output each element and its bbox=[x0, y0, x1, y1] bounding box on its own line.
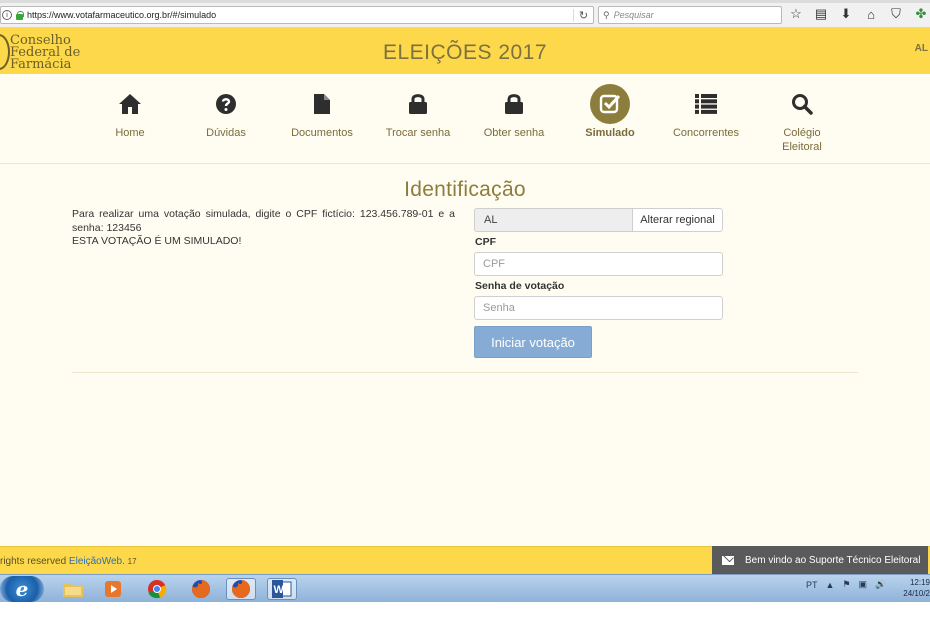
support-text: Bem vindo ao Suporte Técnico Eleitoral bbox=[745, 554, 921, 566]
lock-icon bbox=[398, 84, 438, 124]
password-label: Senha de votação bbox=[475, 280, 565, 292]
region-field: AL bbox=[474, 208, 632, 232]
start-voting-button[interactable]: Iniciar votação bbox=[474, 326, 592, 358]
bookmark-star-icon[interactable]: ☆ bbox=[788, 5, 804, 23]
envelope-icon bbox=[722, 555, 734, 565]
check-square-icon bbox=[590, 84, 630, 124]
language-indicator[interactable]: PT bbox=[806, 580, 818, 590]
nav-item-duvidas[interactable]: Dúvidas bbox=[178, 84, 274, 160]
nav-item-simulado[interactable]: Simulado bbox=[562, 84, 658, 160]
site-title: ELEIÇÕES 2017 bbox=[382, 41, 548, 64]
nav-label: Dúvidas bbox=[206, 127, 246, 139]
firefox-icon[interactable] bbox=[186, 578, 216, 600]
nav-label: Home bbox=[115, 127, 145, 139]
tab-strip bbox=[0, 0, 930, 3]
padlock-icon bbox=[15, 10, 24, 20]
browser-search-input[interactable]: ⚲ Pesquisar bbox=[598, 6, 782, 24]
volume-icon[interactable]: 🔊 bbox=[875, 579, 886, 590]
list-icon bbox=[686, 84, 726, 124]
password-input[interactable] bbox=[474, 296, 723, 320]
ie-icon[interactable]: e bbox=[0, 576, 44, 602]
cpf-label: CPF bbox=[475, 236, 496, 248]
nav-divider bbox=[0, 163, 930, 164]
nav-item-colegio-eleitoral[interactable]: Colégio Eleitoral bbox=[754, 84, 850, 160]
tray-expand-icon[interactable]: ▲ bbox=[826, 580, 835, 590]
simulation-warning: ESTA VOTAÇÃO É UM SIMULADO! bbox=[72, 235, 242, 247]
document-icon bbox=[302, 84, 342, 124]
nav-label: Simulado bbox=[585, 127, 635, 139]
file-explorer-icon[interactable] bbox=[58, 578, 88, 600]
region-code: AL bbox=[914, 43, 928, 54]
instructions: Para realizar uma votação simulada, digi… bbox=[72, 208, 455, 249]
search-placeholder: Pesquisar bbox=[613, 10, 654, 20]
reader-icon[interactable]: ▤ bbox=[813, 5, 829, 23]
extension-icon[interactable]: ✤ bbox=[913, 5, 929, 23]
browser-toolbar-icons: ☆ ▤ ⬇ ⌂ ⛉ ✤ bbox=[788, 5, 929, 23]
chrome-icon[interactable] bbox=[142, 578, 172, 600]
address-bar[interactable]: i https://www.votafarmaceutico.org.br/#/… bbox=[0, 6, 594, 24]
search-icon: ⚲ bbox=[603, 9, 610, 20]
home-browser-icon[interactable]: ⌂ bbox=[863, 5, 879, 23]
nav-label: Documentos bbox=[291, 127, 353, 139]
cpf-input[interactable] bbox=[474, 252, 723, 276]
change-region-button[interactable]: Alterar regional bbox=[632, 208, 723, 232]
nav-item-home[interactable]: Home bbox=[82, 84, 178, 160]
nav-item-documentos[interactable]: Documentos bbox=[274, 84, 370, 160]
content-divider bbox=[72, 372, 858, 373]
site-header: Conselho Federal de Farmácia ELEIÇÕES 20… bbox=[0, 28, 930, 74]
url-text[interactable]: https://www.votafarmaceutico.org.br/#/si… bbox=[27, 10, 573, 20]
word-icon[interactable]: W bbox=[267, 578, 297, 600]
lock-icon bbox=[494, 84, 534, 124]
svg-text:W: W bbox=[274, 584, 285, 596]
system-tray: PT ▲ ⚑ ▣ 🔊 bbox=[806, 579, 886, 590]
clock-time: 12:19 bbox=[909, 578, 930, 587]
browser-toolbar: i https://www.votafarmaceutico.org.br/#/… bbox=[0, 0, 930, 28]
firefox-active-icon[interactable] bbox=[226, 578, 256, 600]
footer-year: 17 bbox=[127, 557, 137, 566]
network-icon[interactable]: ▣ bbox=[859, 579, 868, 590]
info-icon[interactable]: i bbox=[2, 10, 12, 20]
footer-link[interactable]: EleiçãoWeb. bbox=[69, 556, 125, 567]
footer-rights: rights reserved bbox=[0, 556, 67, 567]
search-icon bbox=[782, 84, 822, 124]
clock-date: 24/10/2 bbox=[903, 589, 930, 598]
nav-item-trocar-senha[interactable]: Trocar senha bbox=[370, 84, 466, 160]
nav-item-obter-senha[interactable]: Obter senha bbox=[466, 84, 562, 160]
page-title: Identificação bbox=[404, 178, 526, 201]
instructions-text: Para realizar uma votação simulada, digi… bbox=[72, 208, 455, 234]
question-icon bbox=[206, 84, 246, 124]
nav-label: Colégio Eleitoral bbox=[782, 127, 822, 153]
download-icon[interactable]: ⬇ bbox=[838, 5, 854, 23]
support-chat-widget[interactable]: Bem vindo ao Suporte Técnico Eleitoral bbox=[712, 546, 928, 574]
system-clock[interactable]: 12:19 24/10/2 bbox=[898, 577, 930, 599]
region-selector: AL Alterar regional bbox=[474, 208, 723, 232]
screen-bottom bbox=[0, 602, 930, 620]
pocket-icon[interactable]: ⛉ bbox=[888, 5, 904, 23]
flag-icon[interactable]: ⚑ bbox=[842, 579, 850, 590]
main-nav: Home Dúvidas Documentos Trocar senha Obt… bbox=[82, 84, 850, 160]
media-player-icon[interactable] bbox=[98, 578, 128, 600]
nav-label: Obter senha bbox=[483, 127, 545, 139]
reload-icon[interactable]: ↻ bbox=[573, 8, 593, 22]
nav-label: Trocar senha bbox=[385, 127, 451, 139]
footer-text: rights reserved EleiçãoWeb. 17 bbox=[0, 556, 137, 567]
home-icon bbox=[110, 84, 150, 124]
windows-taskbar: e W PT ▲ ⚑ ▣ 🔊 12:19 24/10/2 bbox=[0, 574, 930, 602]
nav-label: Concorrentes bbox=[672, 127, 740, 139]
nav-item-concorrentes[interactable]: Concorrentes bbox=[658, 84, 754, 160]
